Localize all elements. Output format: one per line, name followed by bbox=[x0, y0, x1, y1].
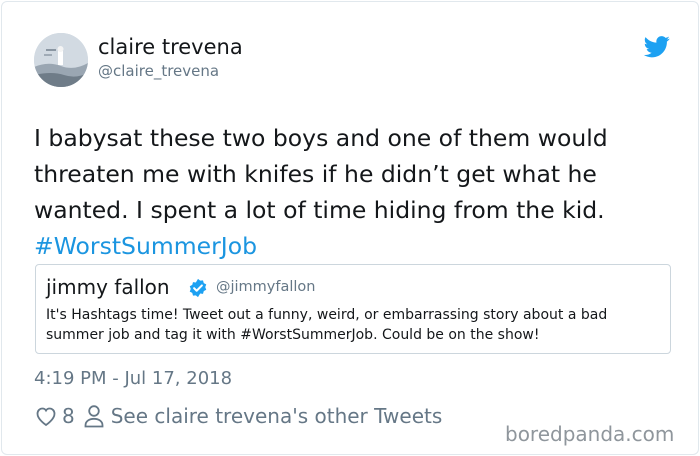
tweet-actions: 8 See claire trevena's other Tweets bbox=[34, 401, 442, 431]
tweet-card: claire trevena @claire_trevena I babysat… bbox=[1, 1, 699, 455]
quoted-tweet-text: It's Hashtags time! Tweet out a funny, w… bbox=[46, 307, 608, 343]
hashtag-link[interactable]: #WorstSummerJob bbox=[34, 232, 257, 260]
quoted-author-name[interactable]: jimmy fallon bbox=[46, 275, 170, 299]
tweet-timestamp[interactable]: 4:19 PM - Jul 17, 2018 bbox=[34, 368, 232, 389]
person-icon bbox=[84, 405, 104, 428]
quoted-author-handle[interactable]: @jimmyfallon bbox=[216, 279, 316, 295]
author-display-name[interactable]: claire trevena bbox=[98, 35, 243, 59]
verified-badge-icon bbox=[189, 278, 207, 298]
twitter-bird-icon[interactable] bbox=[643, 36, 671, 58]
tweet-body: I babysat these two boys and one of them… bbox=[34, 124, 608, 224]
author-handle[interactable]: @claire_trevena bbox=[98, 62, 219, 80]
quoted-tweet[interactable]: jimmy fallon @jimmyfallon It's Hashtags … bbox=[35, 264, 671, 354]
heart-icon[interactable] bbox=[34, 404, 58, 428]
other-tweets-link[interactable]: See claire trevena's other Tweets bbox=[111, 404, 443, 428]
avatar[interactable] bbox=[34, 33, 88, 87]
avatar-photo bbox=[34, 33, 88, 87]
watermark: boredpanda.com bbox=[505, 422, 675, 446]
like-count: 8 bbox=[62, 404, 75, 428]
tweet-text: I babysat these two boys and one of them… bbox=[34, 120, 674, 264]
